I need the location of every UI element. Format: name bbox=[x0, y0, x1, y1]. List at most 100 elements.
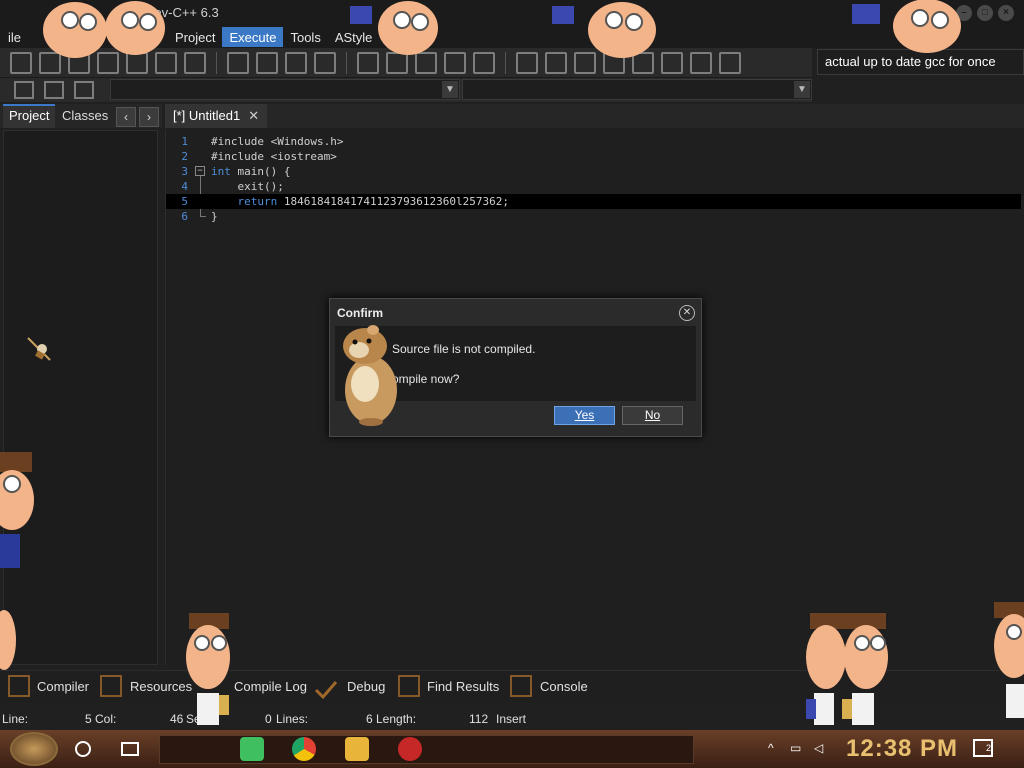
tab-console[interactable]: Console bbox=[540, 676, 588, 698]
toolbar-separator bbox=[216, 51, 217, 74]
class-combo[interactable]: ▼ bbox=[110, 79, 460, 100]
profile-icon[interactable] bbox=[690, 51, 712, 74]
code-text: #include <Windows.h> bbox=[211, 135, 344, 148]
hank-sticker bbox=[0, 610, 16, 670]
status-lines-label: Lines: bbox=[276, 712, 309, 726]
line-number: 4 bbox=[181, 180, 188, 193]
code-text: return 18461841841741123793612360l257362… bbox=[211, 194, 509, 209]
line-number: 3 bbox=[181, 165, 188, 178]
hank-sticker bbox=[852, 0, 961, 53]
line-number: 5 bbox=[181, 195, 188, 208]
code-line: 6 } bbox=[166, 209, 1021, 224]
editor-tabs: [*] Untitled1 ✕ bbox=[165, 104, 1024, 128]
code-line: 2 #include <iostream> bbox=[166, 149, 1021, 164]
code-line: 3 − int main() { bbox=[166, 164, 1021, 179]
chevron-down-icon[interactable]: ▼ bbox=[442, 81, 458, 98]
code-text: int main() { bbox=[211, 164, 290, 179]
file-explorer-icon[interactable] bbox=[345, 737, 369, 761]
status-line-label: Line: bbox=[2, 712, 29, 726]
compile-icon[interactable] bbox=[516, 51, 538, 74]
stop-icon[interactable] bbox=[661, 51, 683, 74]
status-mode: Insert bbox=[496, 712, 527, 726]
member-combo[interactable]: ▼ bbox=[462, 79, 812, 100]
delete-profile-icon[interactable] bbox=[719, 51, 741, 74]
maximize-button[interactable]: □ bbox=[977, 5, 993, 21]
hank-sticker bbox=[186, 613, 230, 725]
tab-compile-log[interactable]: Compile Log bbox=[234, 676, 307, 698]
chrome-icon[interactable] bbox=[292, 737, 316, 761]
hank-sticker bbox=[105, 1, 165, 55]
menu-tools[interactable]: Tools bbox=[283, 27, 327, 47]
new-file-icon[interactable] bbox=[10, 51, 32, 74]
console-icon bbox=[510, 675, 532, 697]
chevron-down-icon[interactable]: ▼ bbox=[794, 81, 810, 98]
code-line-current: 5 return 18461841841741123793612360l2573… bbox=[166, 194, 1021, 209]
devcpp-icon[interactable] bbox=[398, 737, 422, 761]
next-tab-button[interactable]: › bbox=[139, 107, 159, 127]
hamster-image bbox=[343, 325, 397, 426]
menu-file[interactable]: ile bbox=[0, 27, 28, 47]
toolbar-separator bbox=[346, 51, 347, 74]
show-hidden-icons-icon[interactable]: ^ bbox=[768, 741, 784, 755]
goto-bookmark-icon[interactable] bbox=[74, 81, 94, 99]
status-col-value: 46 bbox=[170, 712, 184, 726]
status-line-value: 5 bbox=[85, 712, 92, 726]
taskbar: ^ ▭ ◁ 12:38 PM 2 bbox=[0, 730, 1024, 768]
status-length-label: Length: bbox=[376, 712, 417, 726]
indent-icon[interactable] bbox=[285, 51, 307, 74]
find-icon[interactable] bbox=[227, 51, 249, 74]
volume-muted-icon[interactable]: ◁ bbox=[814, 741, 830, 755]
add-to-project-icon[interactable] bbox=[444, 51, 466, 74]
start-button[interactable] bbox=[10, 732, 58, 766]
hank-sticker bbox=[994, 602, 1024, 718]
tab-debug[interactable]: Debug bbox=[347, 676, 385, 698]
left-panel-tabs: Project Classes ‹ › bbox=[0, 104, 162, 128]
yes-button[interactable]: Yes bbox=[554, 406, 615, 425]
code-text: #include <iostream> bbox=[211, 150, 337, 163]
network-icon[interactable]: ▭ bbox=[790, 741, 806, 755]
line-number: 1 bbox=[181, 135, 188, 148]
tab-project[interactable]: Project bbox=[3, 104, 56, 128]
close-icon[interactable]: ✕ bbox=[679, 305, 695, 321]
code-rest: 18461841841741123793612360l257362; bbox=[277, 195, 510, 208]
tab-label: [*] Untitled1 bbox=[173, 108, 241, 123]
task-view-icon[interactable] bbox=[121, 742, 139, 756]
project-panel bbox=[3, 130, 158, 665]
bookmark-icon[interactable] bbox=[44, 81, 64, 99]
code-rest: main() { bbox=[230, 165, 291, 178]
code-line: 4 exit(); bbox=[166, 179, 1021, 194]
menu-execute[interactable]: Execute bbox=[222, 27, 284, 47]
no-button[interactable]: No bbox=[622, 406, 683, 425]
prev-tab-button[interactable]: ‹ bbox=[116, 107, 136, 127]
menu-project[interactable]: Project bbox=[168, 27, 222, 47]
clock[interactable]: 12:38 PM bbox=[846, 735, 958, 763]
keyword: return bbox=[211, 195, 278, 208]
status-sel-value: 0 bbox=[265, 712, 272, 726]
print-icon[interactable] bbox=[184, 51, 206, 74]
unindent-icon[interactable] bbox=[314, 51, 336, 74]
hank-sticker bbox=[350, 1, 438, 55]
tab-classes[interactable]: Classes bbox=[56, 104, 114, 128]
hank-sticker bbox=[806, 613, 888, 725]
notifications-icon[interactable]: 2 bbox=[973, 739, 993, 757]
tab-compiler[interactable]: Compiler bbox=[37, 676, 89, 698]
notes-app-icon[interactable] bbox=[240, 737, 264, 761]
keyword: int bbox=[211, 165, 231, 178]
line-number: 2 bbox=[181, 150, 188, 163]
fold-toggle-icon[interactable]: − bbox=[195, 166, 205, 176]
replace-icon[interactable] bbox=[256, 51, 278, 74]
cortana-icon[interactable] bbox=[75, 741, 91, 757]
close-button[interactable]: × bbox=[998, 5, 1014, 21]
close-icon[interactable]: ✕ bbox=[248, 108, 259, 123]
tab-untitled1[interactable]: [*] Untitled1 ✕ bbox=[165, 104, 268, 128]
satellite-icon bbox=[27, 337, 51, 361]
code-text: exit(); bbox=[211, 180, 284, 193]
status-col-label: Col: bbox=[95, 712, 117, 726]
tab-find-results[interactable]: Find Results bbox=[427, 676, 499, 698]
debug-check-icon bbox=[314, 681, 338, 699]
comment-icon[interactable] bbox=[473, 51, 495, 74]
code-text: } bbox=[211, 210, 218, 223]
insert-icon[interactable] bbox=[14, 81, 34, 99]
resources-icon bbox=[100, 675, 122, 697]
code-line: 1 #include <Windows.h> bbox=[166, 134, 1021, 149]
